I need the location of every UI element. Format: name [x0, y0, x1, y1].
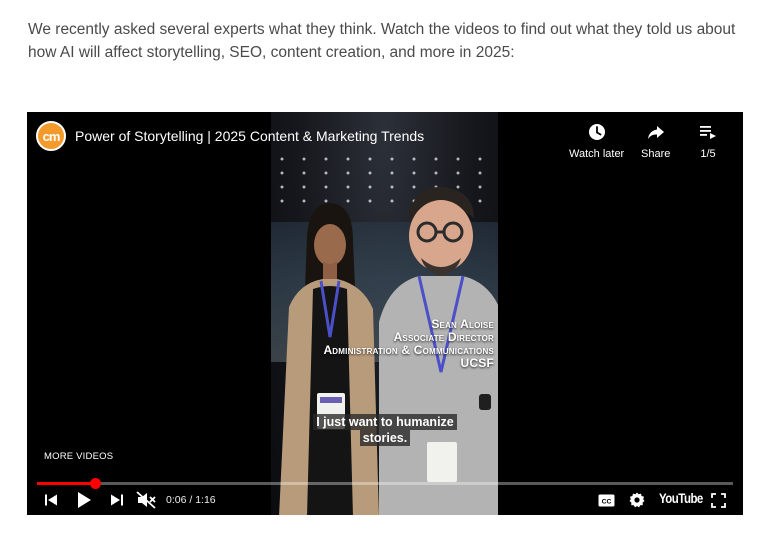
skip-previous-icon	[45, 494, 57, 506]
video-frame[interactable]	[271, 112, 498, 515]
youtube-logo-button[interactable]: YouTube	[659, 491, 703, 506]
clock-icon	[588, 124, 605, 140]
playlist-count: 1/5	[700, 148, 716, 160]
caption-line-2: stories.	[359, 430, 411, 446]
gear-icon	[629, 492, 645, 508]
mute-button[interactable]	[135, 490, 157, 510]
progress-bar[interactable]	[37, 478, 733, 489]
playlist-button[interactable]: 1/5	[698, 122, 718, 160]
lower-third-name-overlay: Sean Aloise Associate Director Administr…	[277, 318, 494, 370]
captions-button[interactable]: CC	[597, 490, 615, 510]
time-display: 0:06 / 1:16	[166, 494, 216, 506]
more-videos-button[interactable]: MORE VIDEOS	[44, 451, 113, 462]
playlist-icon	[700, 126, 716, 139]
article-intro-text: We recently asked several experts what t…	[28, 21, 736, 61]
progress-scrubber[interactable]	[89, 478, 101, 489]
watch-later-button[interactable]: Watch later	[569, 122, 624, 160]
share-label: Share	[641, 148, 671, 160]
previous-button[interactable]	[43, 490, 59, 510]
channel-logo[interactable]: cm	[36, 121, 66, 151]
closed-captions-icon: CC	[598, 494, 614, 506]
speaker-organization: UCSF	[460, 356, 494, 370]
youtube-player[interactable]: cm Power of Storytelling | 2025 Content …	[27, 112, 743, 515]
watch-later-label: Watch later	[569, 148, 625, 160]
play-icon	[78, 492, 91, 508]
progress-played	[37, 482, 95, 485]
fullscreen-icon	[710, 492, 726, 508]
subtitle-caption: I just want to humanize stories.	[306, 414, 464, 446]
caption-line-1: I just want to humanize	[313, 414, 457, 430]
volume-muted-icon	[136, 491, 156, 509]
next-button[interactable]	[109, 490, 125, 510]
settings-button[interactable]	[627, 490, 647, 510]
fullscreen-button[interactable]	[709, 490, 727, 510]
share-arrow-icon	[647, 126, 664, 139]
svg-text:CC: CC	[601, 498, 611, 505]
share-button[interactable]: Share	[641, 122, 670, 160]
skip-next-icon	[111, 494, 123, 506]
video-title[interactable]: Power of Storytelling | 2025 Content & M…	[75, 128, 424, 144]
play-button[interactable]	[73, 490, 95, 510]
